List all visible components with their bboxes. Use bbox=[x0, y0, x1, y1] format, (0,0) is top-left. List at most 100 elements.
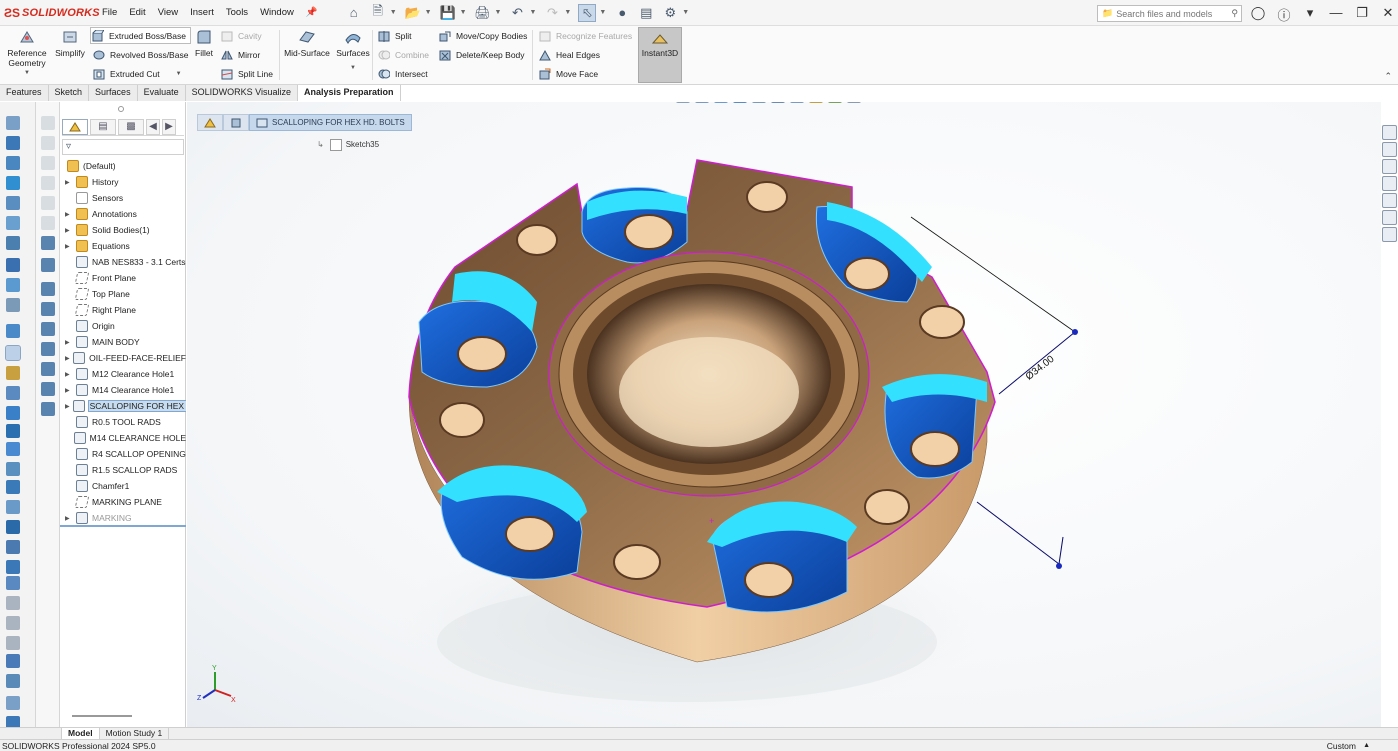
tab-features[interactable]: Features bbox=[0, 85, 49, 101]
redo-icon[interactable]: ↷ bbox=[543, 4, 561, 22]
minimize-icon[interactable]: — bbox=[1328, 5, 1344, 20]
graphics-area[interactable]: SCALLOPING FOR HEX HD. BOLTS ↳ Sketch35 bbox=[187, 102, 1381, 727]
view-tool-icon[interactable] bbox=[827, 102, 842, 103]
file-properties-icon[interactable]: ▤ bbox=[637, 4, 655, 22]
mirror-button[interactable]: Mirror bbox=[220, 46, 260, 63]
tree-item[interactable]: Chamfer1 bbox=[60, 478, 186, 494]
expand-arrow-icon[interactable]: ▶ bbox=[65, 355, 70, 362]
tab-sketch[interactable]: Sketch bbox=[48, 85, 90, 101]
revolved-boss-button[interactable]: Revolved Boss/Base bbox=[92, 46, 188, 63]
tree-item[interactable]: ▶ Solid Bodies(1) bbox=[60, 222, 186, 238]
tree-item[interactable]: MARKING PLANE bbox=[60, 494, 186, 510]
tool-icon[interactable] bbox=[6, 156, 20, 170]
tool-icon[interactable] bbox=[6, 406, 20, 420]
tree-item[interactable]: ▶ MAIN BODY bbox=[60, 334, 186, 350]
chevron-down-icon[interactable]: ▼ bbox=[460, 9, 467, 16]
tool-icon[interactable] bbox=[6, 366, 20, 380]
expand-arrow-icon[interactable]: ▶ bbox=[65, 403, 70, 410]
simplify-button[interactable]: Simplify bbox=[54, 28, 86, 58]
tool-icon[interactable] bbox=[6, 480, 20, 494]
extruded-boss-button[interactable]: Extruded Boss/Base bbox=[90, 27, 192, 44]
tool-icon[interactable] bbox=[6, 236, 20, 250]
tool-icon[interactable] bbox=[6, 386, 20, 400]
menu-insert[interactable]: Insert bbox=[184, 7, 220, 18]
tool-icon[interactable] bbox=[6, 520, 20, 534]
sketch-tool-icon[interactable] bbox=[41, 116, 55, 130]
view-tool-icon[interactable] bbox=[732, 102, 747, 103]
tool-icon[interactable] bbox=[6, 560, 20, 574]
sketch-tool-icon[interactable] bbox=[41, 342, 55, 356]
expand-arrow-icon[interactable]: ▶ bbox=[65, 227, 73, 234]
surfaces-button[interactable]: Surfaces ▼ bbox=[336, 28, 370, 73]
expand-arrow-icon[interactable]: ▶ bbox=[65, 243, 73, 250]
mid-surface-button[interactable]: Mid-Surface bbox=[284, 28, 330, 58]
tool-icon[interactable] bbox=[6, 176, 20, 190]
view-tool-icon[interactable] bbox=[751, 102, 766, 103]
search-icon[interactable]: ⚲ bbox=[1231, 8, 1238, 19]
chevron-down-icon[interactable]: ▼ bbox=[425, 9, 432, 16]
sketch-tool-icon[interactable] bbox=[41, 176, 55, 190]
tree-item[interactable]: ▶ M12 Clearance Hole1 bbox=[60, 366, 186, 382]
diameter-dimension-label[interactable]: Ø34.00 bbox=[1024, 353, 1057, 382]
tree-item[interactable]: Front Plane bbox=[60, 270, 186, 286]
tree-item[interactable]: Top Plane bbox=[60, 286, 186, 302]
menu-edit[interactable]: Edit bbox=[123, 7, 151, 18]
tool-icon[interactable] bbox=[6, 424, 20, 438]
sketch-tool-icon[interactable] bbox=[41, 302, 55, 316]
chevron-down-icon[interactable]: ▼ bbox=[529, 9, 536, 16]
tool-icon[interactable] bbox=[6, 616, 20, 630]
tab-solidworks-visualize[interactable]: SOLIDWORKS Visualize bbox=[185, 85, 298, 101]
expand-arrow-icon[interactable]: ▶ bbox=[65, 387, 73, 394]
tool-icon[interactable] bbox=[6, 116, 20, 130]
recognize-features-button[interactable]: Recognize Features bbox=[538, 27, 632, 44]
tree-item[interactable]: R4 SCALLOP OPENING bbox=[60, 446, 186, 462]
expand-arrow-icon[interactable]: ▶ bbox=[65, 371, 73, 378]
sketch-tool-icon[interactable] bbox=[41, 136, 55, 150]
tree-item[interactable]: ▶ SCALLOPING FOR HEX HD. BOLTS bbox=[60, 398, 186, 414]
feature-tree-tab-icon[interactable] bbox=[62, 118, 88, 135]
traffic-light-icon[interactable]: ● bbox=[613, 4, 631, 22]
move-face-button[interactable]: Move Face bbox=[538, 65, 598, 82]
view-tool-icon[interactable] bbox=[694, 102, 709, 103]
tool-icon[interactable] bbox=[6, 596, 20, 610]
sketch-tool-icon[interactable] bbox=[41, 282, 55, 296]
chevron-down-icon[interactable]: ▾ bbox=[1302, 5, 1318, 21]
tool-icon[interactable] bbox=[6, 674, 20, 688]
menu-tools[interactable]: Tools bbox=[220, 7, 254, 18]
sketch-tool-icon[interactable] bbox=[41, 156, 55, 170]
tool-icon[interactable] bbox=[6, 500, 20, 514]
view-tool-icon[interactable] bbox=[789, 102, 804, 103]
tree-item[interactable]: ▶ OIL-FEED-FACE-RELIEF bbox=[60, 350, 186, 366]
tree-item[interactable]: ▶ History bbox=[60, 174, 186, 190]
instant3d-button[interactable]: Instant3D bbox=[638, 27, 682, 83]
tab-surfaces[interactable]: Surfaces bbox=[89, 85, 138, 101]
tool-icon[interactable] bbox=[6, 654, 20, 668]
tool-icon[interactable] bbox=[6, 196, 20, 210]
sketch-tool-icon[interactable] bbox=[41, 382, 55, 396]
tool-icon[interactable] bbox=[6, 216, 20, 230]
save-icon[interactable]: 💾 bbox=[439, 4, 457, 22]
tree-filter-input[interactable]: ▿ bbox=[62, 139, 184, 155]
tool-icon[interactable] bbox=[6, 462, 20, 476]
reference-geometry-button[interactable]: Reference Geometry ▼ bbox=[4, 28, 50, 78]
tree-item[interactable]: Right Plane bbox=[60, 302, 186, 318]
tool-icon[interactable] bbox=[6, 636, 20, 650]
tree-item[interactable]: ▶ Equations bbox=[60, 238, 186, 254]
chevron-down-icon[interactable]: ▼ bbox=[390, 9, 397, 16]
tree-item[interactable]: ▶ MARKING bbox=[60, 510, 186, 526]
tab-analysis-preparation[interactable]: Analysis Preparation bbox=[297, 85, 401, 101]
restore-icon[interactable]: ❐ bbox=[1354, 5, 1370, 21]
3d-model-view[interactable]: Ø34.00 + bbox=[187, 102, 1381, 727]
sketch-tool-icon[interactable] bbox=[41, 196, 55, 210]
sketch-tool-icon[interactable] bbox=[41, 362, 55, 376]
extruded-cut-button[interactable]: Extruded Cut ▼ bbox=[92, 65, 182, 82]
solidworks-logo[interactable]: ƧS SOLIDWORKS bbox=[0, 6, 100, 20]
view-tool-icon[interactable] bbox=[808, 102, 823, 103]
tree-item[interactable]: ▶ Annotations bbox=[60, 206, 186, 222]
view-tool-icon[interactable] bbox=[846, 102, 861, 103]
forum-icon[interactable] bbox=[1382, 227, 1397, 242]
menu-view[interactable]: View bbox=[152, 7, 184, 18]
tool-icon[interactable] bbox=[6, 324, 20, 338]
sketch-tool-icon[interactable] bbox=[41, 402, 55, 416]
new-document-icon[interactable]: 🗎 bbox=[369, 3, 387, 22]
